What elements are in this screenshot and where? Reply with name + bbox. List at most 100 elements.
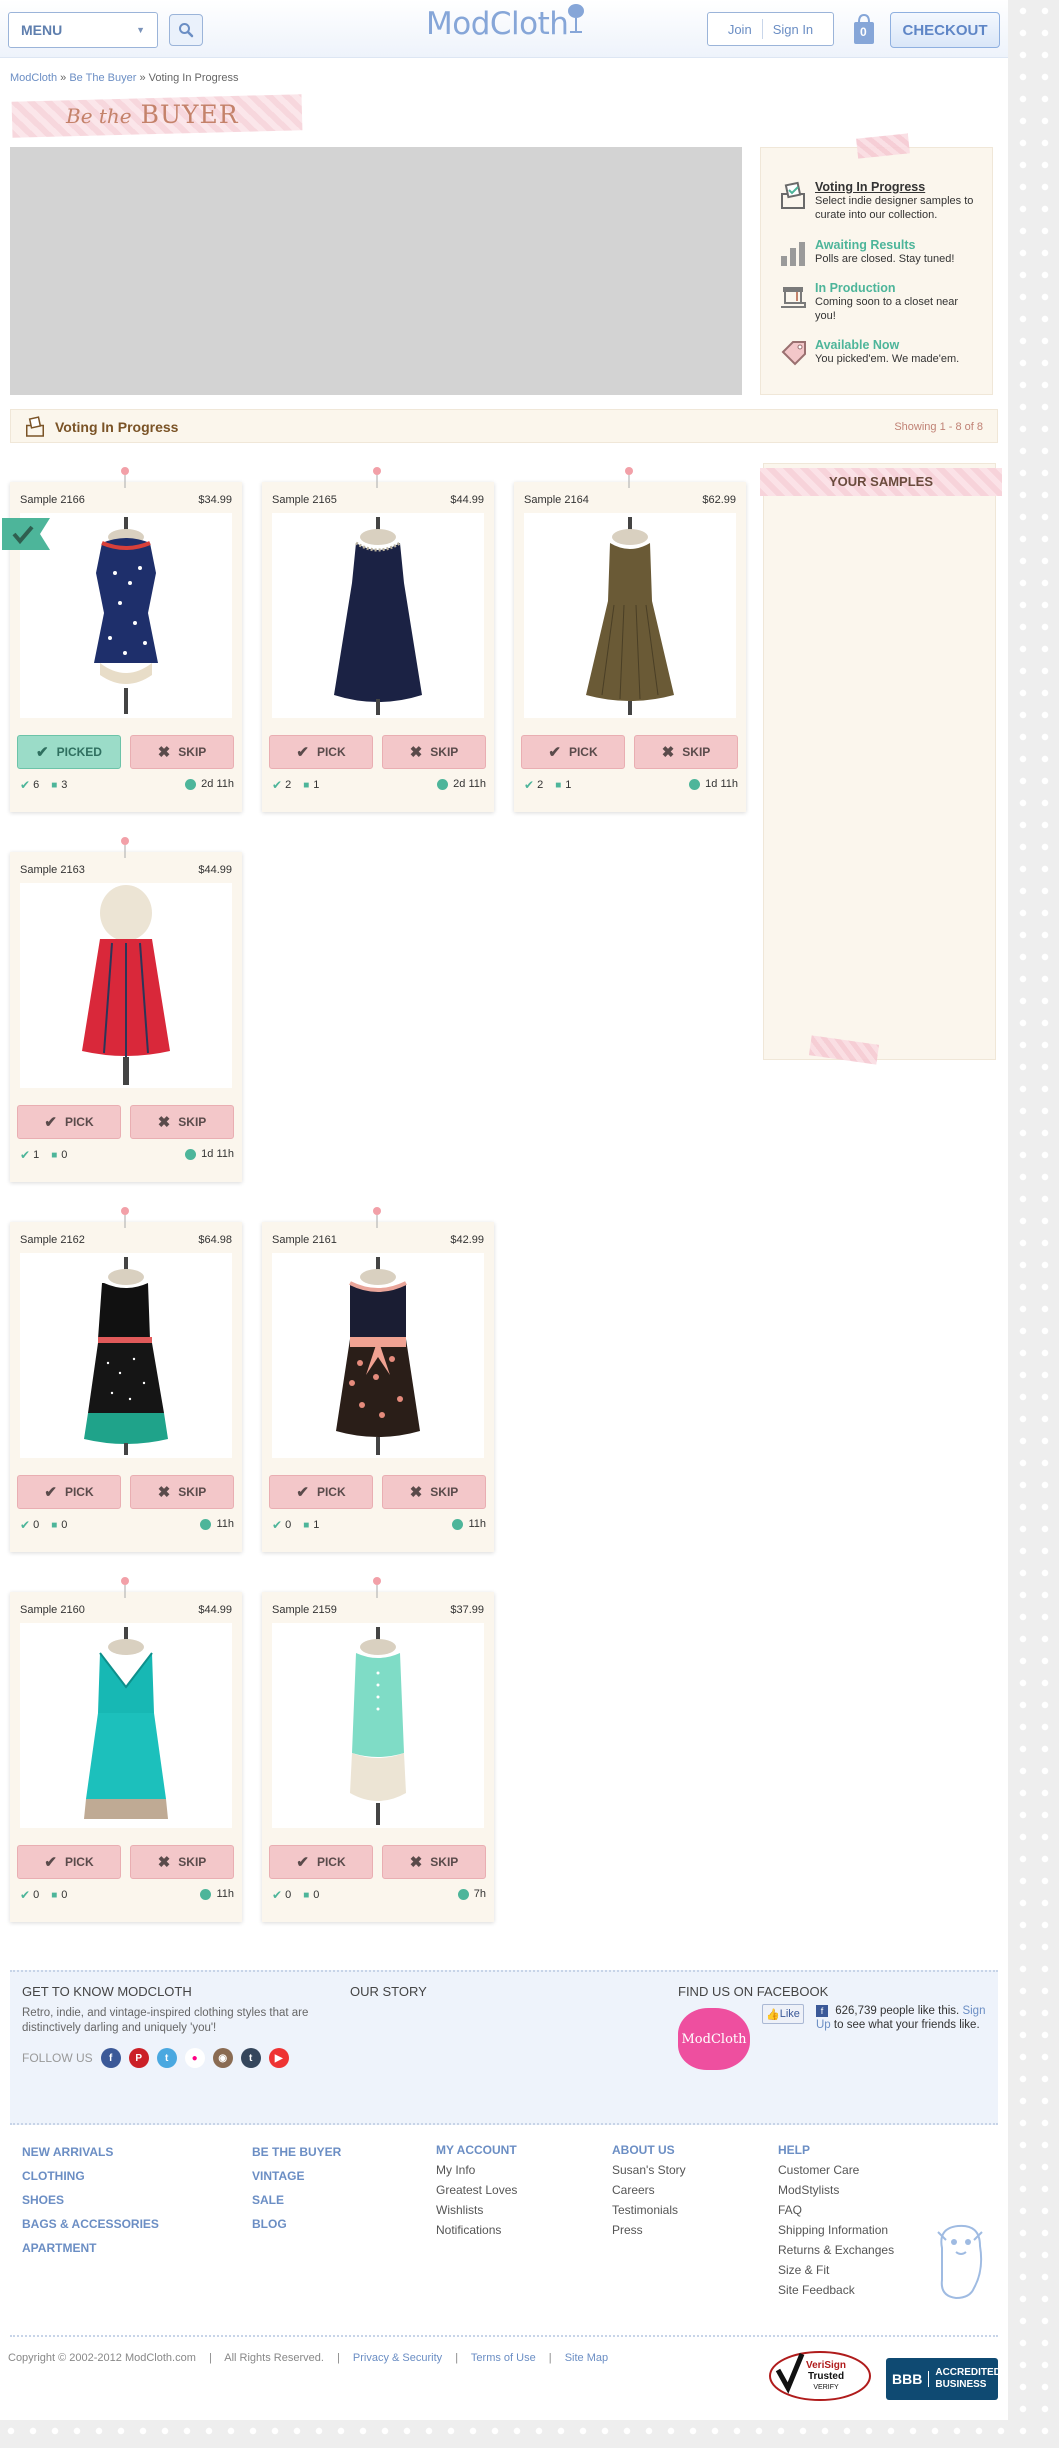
skip-button[interactable]: ✖ SKIP — [382, 1475, 486, 1509]
product-image[interactable] — [20, 1623, 232, 1828]
product-image[interactable] — [272, 1623, 484, 1828]
footer-link[interactable]: SALE — [252, 2193, 341, 2207]
footer-link[interactable]: Shipping Information — [778, 2223, 894, 2237]
bbb-accredited-badge[interactable]: BBB ACCREDITED BUSINESS — [886, 2358, 1001, 2400]
modcloth-logo[interactable]: ModCloth — [426, 6, 569, 46]
footer-link[interactable]: CLOTHING — [22, 2169, 159, 2183]
product-image[interactable] — [524, 513, 736, 718]
comment-count: 3 — [61, 779, 68, 791]
footer-link[interactable]: FAQ — [778, 2203, 894, 2217]
footer-link[interactable]: SHOES — [22, 2193, 159, 2207]
our-story-heading[interactable]: OUR STORY — [350, 1984, 427, 1999]
footer-link[interactable]: Greatest Loves — [436, 2183, 517, 2197]
status-available[interactable]: Available Now You picked'em. We made'em. — [777, 338, 975, 370]
footer-link[interactable]: Customer Care — [778, 2163, 894, 2177]
footer-link[interactable]: BAGS & ACCESSORIES — [22, 2217, 159, 2231]
footer-link[interactable]: Careers — [612, 2183, 686, 2197]
product-card: Sample 2161 $42.99 ✔ PICK ✖ SKIP ✔ 0 ■ 1… — [262, 1207, 494, 1552]
shopping-bag-button[interactable]: 0 — [852, 12, 876, 46]
footer-link[interactable]: Size & Fit — [778, 2263, 894, 2277]
tumblr-icon[interactable]: t — [240, 2048, 261, 2068]
x-icon: ✖ — [157, 1854, 171, 1871]
footer-link[interactable]: APARTMENT — [22, 2241, 159, 2255]
skip-button[interactable]: ✖ SKIP — [130, 1105, 234, 1139]
footer-link[interactable]: Returns & Exchanges — [778, 2243, 894, 2257]
skip-button[interactable]: ✖ SKIP — [382, 735, 486, 769]
search-button[interactable] — [169, 14, 203, 46]
flickr-icon[interactable]: ● — [184, 2048, 205, 2068]
skip-button[interactable]: ✖ SKIP — [634, 735, 738, 769]
pick-button[interactable]: ✔ PICK — [269, 1475, 373, 1509]
page: MENU ▼ ModCloth Join Sign In 0 CHECKOUT … — [0, 0, 1008, 2420]
comment-count: 0 — [313, 1889, 320, 1901]
product-card: Sample 2159 $37.99 ✔ PICK ✖ SKIP ✔ 0 ■ 0 — [262, 1577, 494, 1922]
product-image[interactable] — [20, 513, 232, 718]
footer-link[interactable]: Press — [612, 2223, 686, 2237]
time-remaining: 11h — [200, 1888, 234, 1900]
modcloth-facebook-logo[interactable]: ModCloth — [678, 2008, 750, 2070]
comment-icon: ■ — [303, 779, 310, 791]
footer-link[interactable]: ModStylists — [778, 2183, 894, 2197]
terms-link[interactable]: Terms of Use — [471, 2352, 536, 2364]
privacy-link[interactable]: Privacy & Security — [353, 2352, 442, 2364]
pick-button[interactable]: ✔ PICK — [269, 1845, 373, 1879]
product-image[interactable] — [272, 1253, 484, 1458]
bbb-logo: BBB — [892, 2371, 930, 2387]
page-title: Be the BUYER — [66, 100, 239, 129]
footer-more-links: BE THE BUYER VINTAGE SALE BLOG — [252, 2145, 341, 2241]
footer-link[interactable]: NEW ARRIVALS — [22, 2145, 159, 2159]
breadcrumb-section[interactable]: Be The Buyer — [69, 72, 136, 84]
sitemap-link[interactable]: Site Map — [565, 2352, 608, 2364]
footer-link[interactable]: Wishlists — [436, 2203, 517, 2217]
pick-button[interactable]: ✔ PICKED — [17, 735, 121, 769]
status-awaiting[interactable]: Awaiting Results Polls are closed. Stay … — [777, 238, 975, 270]
footer-about: GET TO KNOW MODCLOTH Retro, indie, and v… — [10, 1970, 998, 2125]
youtube-icon[interactable]: ▶ — [268, 2048, 289, 2068]
breadcrumb-home[interactable]: ModCloth — [10, 72, 57, 84]
product-card: Sample 2162 $64.98 ✔ PICK ✖ SKIP ✔ 0 ■ 0… — [10, 1207, 242, 1552]
hero-banner[interactable] — [10, 147, 742, 395]
footer-link[interactable]: BLOG — [252, 2217, 341, 2231]
footer-link[interactable]: VINTAGE — [252, 2169, 341, 2183]
pick-button[interactable]: ✔ PICK — [269, 735, 373, 769]
status-voting[interactable]: Voting In Progress Select indie designer… — [777, 180, 975, 222]
skip-button[interactable]: ✖ SKIP — [382, 1845, 486, 1879]
pick-label: PICK — [64, 1115, 94, 1129]
product-image[interactable] — [20, 883, 232, 1088]
skip-button[interactable]: ✖ SKIP — [130, 1475, 234, 1509]
follow-us-label: FOLLOW US — [22, 2051, 93, 2065]
join-link[interactable]: Join — [728, 22, 752, 37]
skip-button[interactable]: ✖ SKIP — [130, 1845, 234, 1879]
signin-link[interactable]: Sign In — [773, 22, 813, 37]
clock-icon — [689, 778, 701, 790]
my-account-heading: MY ACCOUNT — [436, 2143, 517, 2157]
footer-link[interactable]: BE THE BUYER — [252, 2145, 341, 2159]
facebook-like-button[interactable]: 👍 Like — [762, 2004, 804, 2024]
footer-link[interactable]: My Info — [436, 2163, 517, 2177]
instagram-icon[interactable]: ◉ — [212, 2048, 233, 2068]
pick-button[interactable]: ✔ PICK — [17, 1475, 121, 1509]
twitter-icon[interactable]: t — [156, 2048, 177, 2068]
status-production[interactable]: In Production Coming soon to a closet ne… — [777, 281, 975, 323]
your-samples-panel[interactable] — [763, 463, 996, 1065]
product-image[interactable] — [20, 1253, 232, 1458]
facebook-icon[interactable]: f — [100, 2048, 121, 2068]
verisign-trusted-badge[interactable]: VeriSign Trusted VERIFY — [768, 2348, 872, 2404]
checkout-button[interactable]: CHECKOUT — [890, 12, 1000, 48]
pick-count: 0 — [285, 1519, 292, 1531]
footer-link[interactable]: Notifications — [436, 2223, 517, 2237]
skip-button[interactable]: ✖ SKIP — [130, 735, 234, 769]
footer-link[interactable]: Susan's Story — [612, 2163, 686, 2177]
pick-button[interactable]: ✔ PICK — [521, 735, 625, 769]
footer-link[interactable]: Site Feedback — [778, 2283, 894, 2297]
verisign-line-2: Trusted — [807, 2371, 845, 2382]
pick-button[interactable]: ✔ PICK — [17, 1845, 121, 1879]
product-image[interactable] — [272, 513, 484, 718]
time-remaining: 7h — [457, 1888, 486, 1900]
pinterest-icon[interactable]: P — [128, 2048, 149, 2068]
footer-link[interactable]: Testimonials — [612, 2203, 686, 2217]
clock-icon — [185, 1148, 197, 1160]
pick-button[interactable]: ✔ PICK — [17, 1105, 121, 1139]
menu-dropdown[interactable]: MENU ▼ — [8, 12, 158, 48]
time-left: 11h — [468, 1518, 486, 1530]
